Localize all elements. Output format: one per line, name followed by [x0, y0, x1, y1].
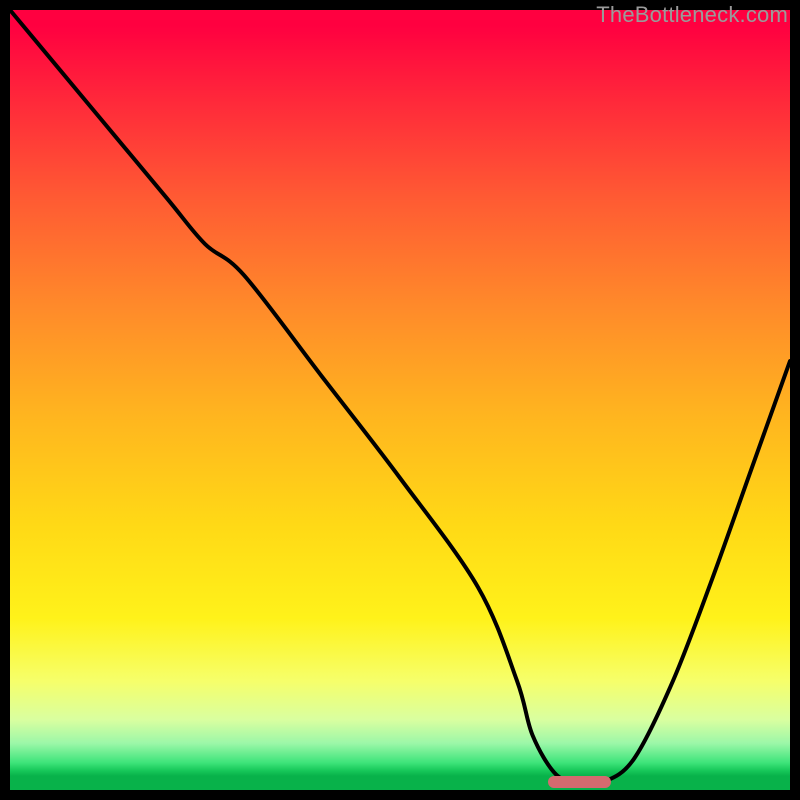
axis-bottom	[0, 790, 800, 800]
chart-frame: TheBottleneck.com	[0, 0, 800, 800]
watermark: TheBottleneck.com	[596, 2, 788, 28]
bottleneck-curve	[10, 10, 790, 790]
axis-left	[0, 0, 10, 800]
curve-path	[10, 10, 790, 784]
optimal-range-marker	[548, 776, 610, 788]
